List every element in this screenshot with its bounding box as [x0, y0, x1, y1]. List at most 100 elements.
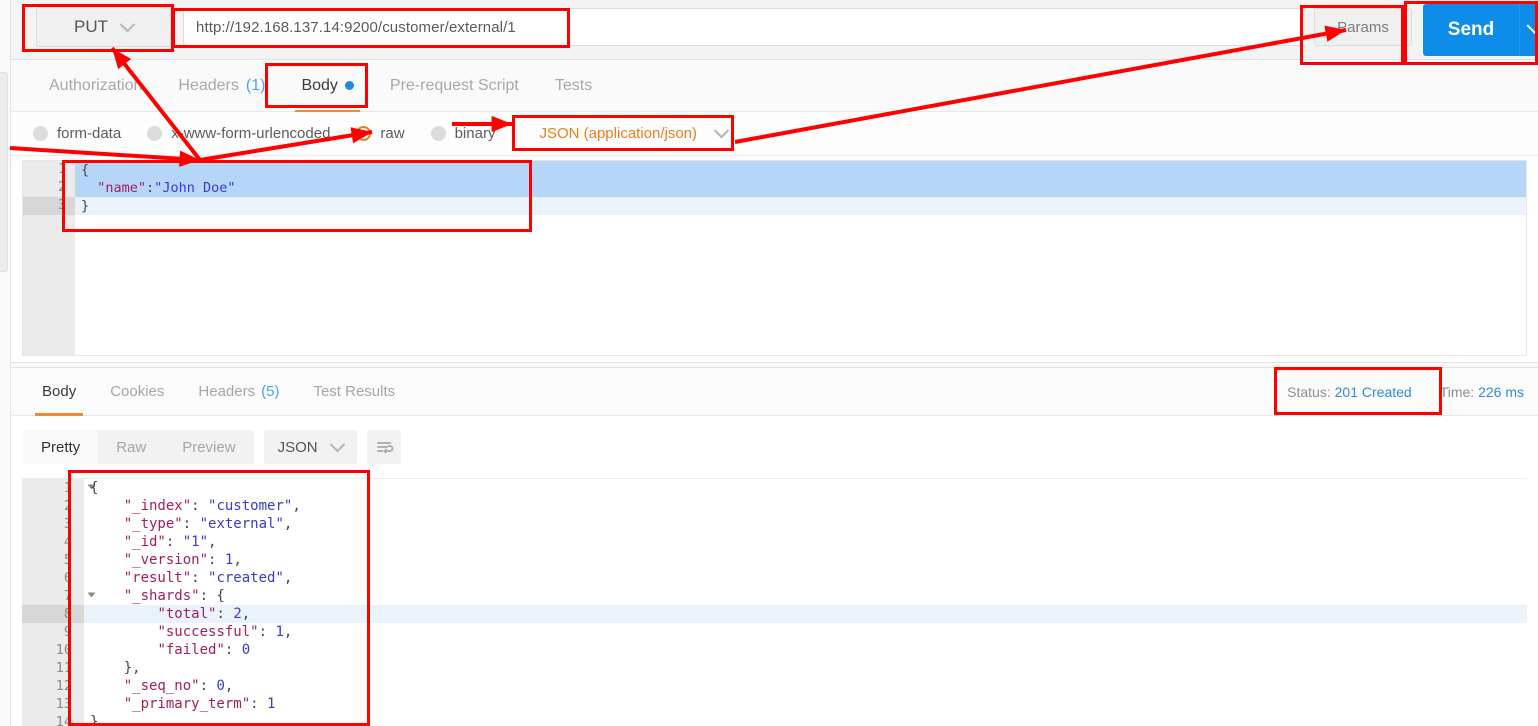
- response-format-select[interactable]: JSON: [263, 430, 357, 464]
- request-tab-pre-request-script[interactable]: Pre-request Script: [372, 60, 537, 112]
- response-tab-cookies[interactable]: Cookies: [93, 368, 181, 416]
- request-tab-body[interactable]: Body: [283, 60, 371, 112]
- chevron-down-icon: [714, 122, 730, 139]
- code-line[interactable]: "_shards": {: [84, 587, 1527, 605]
- response-editor-gutter: 1 2 3 4 5 6 7 8 9 10 11 12 13 14: [22, 479, 96, 726]
- code-line[interactable]: "failed": 0: [84, 641, 1527, 659]
- body-type-row: form-data x-www-form-urlencoded raw binary …: [11, 112, 1538, 156]
- code-token: "_seq_no": [123, 678, 200, 694]
- send-label: Send: [1447, 19, 1495, 40]
- radio-icon[interactable]: [356, 126, 372, 141]
- response-editor-code[interactable]: { "_index": "customer", "_type": "extern…: [84, 479, 1527, 726]
- code-token: "_id": [123, 534, 166, 550]
- code-token: "_shards": [123, 588, 200, 604]
- body-present-dot-icon: [344, 81, 354, 90]
- code-line[interactable]: "total": 2,: [84, 605, 1527, 623]
- code-line[interactable]: "successful": 1,: [84, 623, 1527, 641]
- response-body-viewer[interactable]: 1 2 3 4 5 6 7 8 9 10 11 12 13 14 { "_index": "custome…: [22, 478, 1527, 726]
- body-type-binary[interactable]: binary: [430, 125, 496, 142]
- request-editor-code[interactable]: { "name":"John Doe"}: [75, 161, 1526, 355]
- request-tab-headers[interactable]: Headers (1): [160, 60, 283, 112]
- code-line[interactable]: }: [75, 197, 1526, 215]
- radio-icon[interactable]: [147, 126, 163, 141]
- request-tab-label: Tests: [554, 76, 593, 94]
- code-token: ,: [283, 624, 293, 640]
- response-tab-test-results[interactable]: Test Results: [296, 368, 412, 416]
- word-wrap-button[interactable]: [366, 430, 401, 464]
- request-body-editor[interactable]: 12 3 { "name":"John Doe"}: [22, 160, 1527, 356]
- line-number: 1: [23, 161, 87, 179]
- code-token: :: [208, 552, 225, 568]
- response-tab-label: Body: [42, 383, 77, 400]
- code-token: 0: [241, 642, 251, 658]
- send-options-button[interactable]: [1519, 4, 1538, 56]
- body-type-x-www-form-urlencoded[interactable]: x-www-form-urlencoded: [147, 125, 330, 142]
- http-method-selector[interactable]: PUT: [36, 7, 171, 47]
- response-tab-body[interactable]: Body: [25, 368, 93, 416]
- code-line[interactable]: }: [84, 713, 1527, 726]
- line-number: 7: [22, 587, 96, 605]
- request-tab-bar: Authorization Headers (1) Body Pre-request S…: [11, 60, 1538, 112]
- line-number: 2: [63, 498, 72, 514]
- request-tab-tests[interactable]: Tests: [537, 60, 610, 112]
- code-token: ,: [233, 552, 242, 568]
- line-number: 4: [63, 534, 72, 550]
- code-line[interactable]: "_type": "external",: [84, 515, 1527, 533]
- code-line[interactable]: "_version": 1,: [84, 551, 1527, 569]
- code-token: },: [90, 660, 141, 676]
- line-number: 1: [22, 479, 96, 497]
- code-line[interactable]: "_seq_no": 0,: [84, 677, 1527, 695]
- params-button[interactable]: Params: [1314, 8, 1412, 46]
- response-format-label: JSON: [277, 438, 318, 456]
- request-tab-authorization[interactable]: Authorization: [31, 60, 160, 112]
- code-token: ,: [241, 606, 251, 622]
- view-mode-raw[interactable]: Raw: [98, 430, 164, 464]
- code-token: "_version": [123, 552, 209, 568]
- status-value: 201 Created: [1334, 384, 1412, 400]
- content-type-select[interactable]: JSON (application/json): [527, 118, 737, 150]
- code-line[interactable]: "_index": "customer",: [84, 497, 1527, 515]
- body-type-raw[interactable]: raw: [356, 125, 405, 142]
- body-type-label: raw: [380, 125, 405, 142]
- response-tab-bar: Body Cookies Headers (5) Test Results Status…: [11, 368, 1538, 416]
- request-editor-gutter: 12 3: [23, 161, 87, 355]
- code-line[interactable]: "name":"John Doe": [75, 179, 1526, 197]
- postman-window: PUT http://192.168.137.14:9200/customer/…: [0, 0, 1538, 726]
- request-url-input[interactable]: http://192.168.137.14:9200/customer/exte…: [183, 8, 1303, 46]
- code-line[interactable]: "_primary_term": 1: [84, 695, 1527, 713]
- code-token: }: [90, 714, 99, 726]
- response-tab-headers[interactable]: Headers (5): [181, 368, 296, 416]
- code-line[interactable]: {: [84, 479, 1527, 497]
- code-token: "created": [208, 570, 284, 586]
- code-token: :: [146, 180, 155, 196]
- response-tab-label: Headers: [198, 383, 256, 400]
- sidebar-resize-handle[interactable]: [0, 72, 8, 272]
- request-tab-label: Authorization: [49, 76, 143, 94]
- code-token: "successful": [157, 624, 259, 640]
- request-tab-count: (1): [245, 76, 266, 94]
- radio-icon[interactable]: [430, 126, 446, 141]
- body-type-label: binary: [454, 125, 496, 142]
- code-token: ,: [283, 516, 293, 532]
- view-mode-pretty[interactable]: Pretty: [23, 430, 99, 464]
- radio-icon[interactable]: [33, 126, 48, 141]
- send-button[interactable]: Send: [1423, 4, 1519, 56]
- body-type-form-data[interactable]: form-data: [33, 125, 121, 142]
- code-line[interactable]: {: [75, 161, 1526, 179]
- code-token: :: [216, 606, 234, 622]
- code-token: :: [182, 516, 200, 532]
- code-line[interactable]: },: [84, 659, 1527, 677]
- code-line[interactable]: "_id": "1",: [84, 533, 1527, 551]
- params-label: Params: [1337, 18, 1389, 36]
- status-label: Status:: [1287, 384, 1331, 400]
- code-token: }: [81, 198, 90, 214]
- code-token: ,: [224, 678, 234, 694]
- line-number: 3: [23, 197, 75, 215]
- code-line[interactable]: "result": "created",: [84, 569, 1527, 587]
- view-mode-preview[interactable]: Preview: [164, 430, 253, 464]
